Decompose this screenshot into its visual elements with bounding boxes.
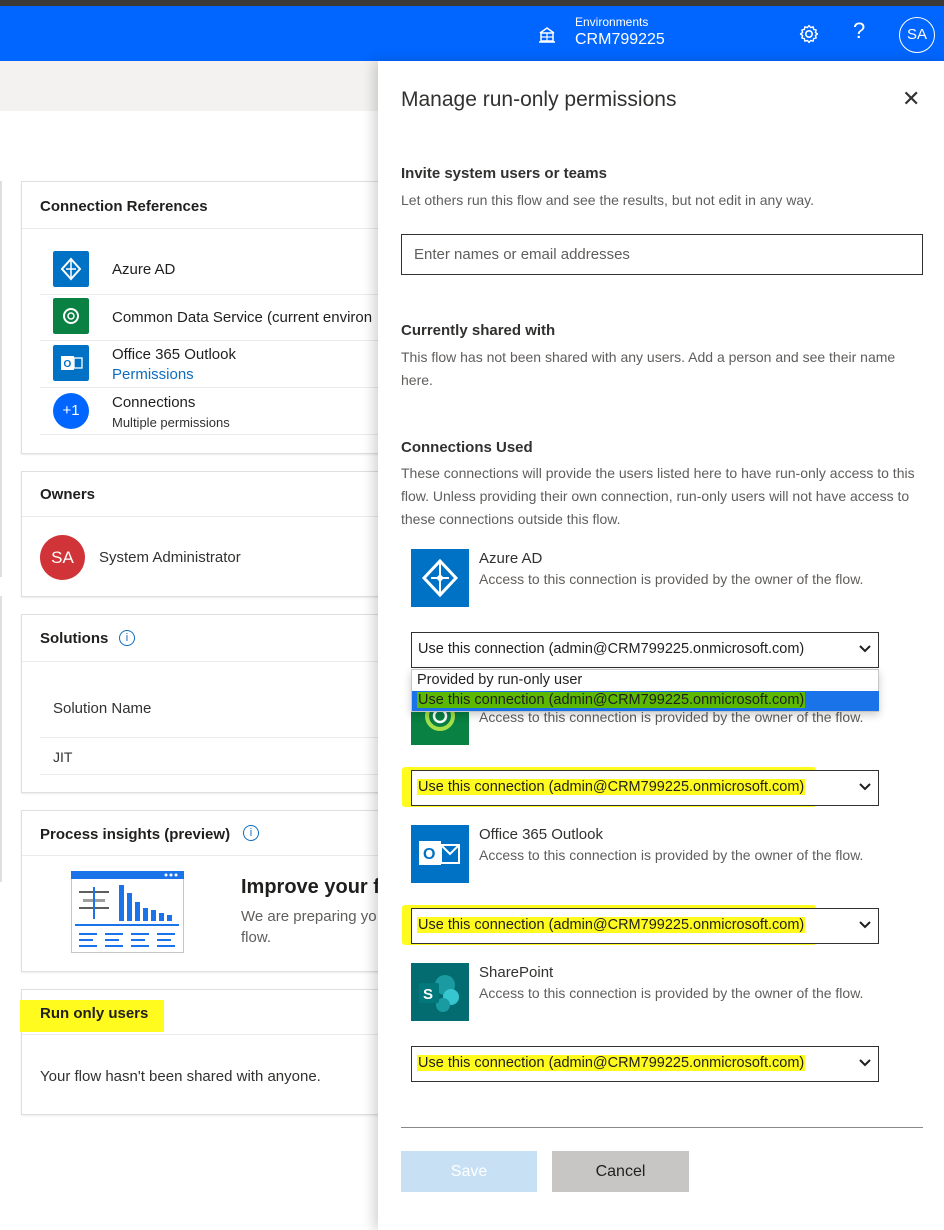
connections-count-badge: +1: [53, 393, 89, 429]
azure-ad-icon: [53, 251, 89, 287]
info-icon[interactable]: i: [119, 630, 135, 646]
user-avatar[interactable]: SA: [899, 17, 935, 53]
connection-name: Azure AD: [479, 550, 543, 567]
card-title: Process insights (preview): [40, 826, 231, 843]
card-divider: [22, 855, 392, 856]
card-divider: [22, 228, 392, 229]
outlook-icon: O: [411, 825, 469, 883]
row-divider: [40, 434, 392, 435]
select-value: Use this connection (admin@CRM799225.onm…: [417, 917, 806, 933]
card-title: Solutions: [40, 630, 109, 647]
card-divider: [22, 661, 392, 662]
command-bar-background: [0, 61, 380, 111]
shared-text: This flow has not been shared with any u…: [401, 349, 896, 388]
close-icon[interactable]: ✕: [902, 86, 920, 112]
connection-name: SharePoint: [479, 964, 554, 981]
top-bar: Environments CRM799225 ? SA: [0, 6, 944, 61]
card-title: Run only users: [40, 1005, 149, 1022]
insights-text: flow.: [241, 929, 272, 946]
chevron-down-icon: [859, 783, 871, 791]
row-divider: [40, 340, 392, 341]
card-divider: [22, 1034, 392, 1035]
connection-label: Azure AD: [112, 261, 176, 278]
card-divider: [22, 516, 392, 517]
connection-desc: Access to this connection is provided by…: [479, 985, 864, 1001]
column-header[interactable]: Solution Name: [53, 700, 151, 717]
connection-desc: Access to this connection is provided by…: [479, 571, 864, 587]
connection-name: Office 365 Outlook: [479, 826, 603, 843]
help-icon[interactable]: ?: [853, 18, 865, 44]
environment-icon[interactable]: [537, 25, 557, 45]
dropdown-option-selected[interactable]: Use this connection (admin@CRM799225.onm…: [412, 691, 879, 711]
run-only-status: Your flow hasn't been shared with anyone…: [40, 1068, 321, 1085]
select-value: Use this connection (admin@CRM799225.onm…: [418, 641, 805, 657]
outlook-icon: O: [53, 345, 89, 381]
connection-label: Common Data Service (current environ: [112, 309, 373, 326]
invite-input[interactable]: [401, 234, 923, 275]
card-title: Owners: [40, 486, 96, 503]
left-panel-edge: [0, 181, 2, 577]
sharepoint-icon: S: [411, 963, 469, 1021]
insights-heading: Improve your fl: [241, 876, 386, 898]
owners-card: Owners SA System Administrator: [21, 471, 392, 597]
select-value: Use this connection (admin@CRM799225.onm…: [417, 1055, 806, 1071]
gear-icon[interactable]: [798, 23, 820, 45]
connection-select[interactable]: Use this connection (admin@CRM799225.onm…: [411, 632, 879, 668]
environment-name[interactable]: CRM799225: [575, 31, 665, 49]
invite-heading: Invite system users or teams: [401, 165, 607, 182]
connection-sublabel: Multiple permissions: [112, 415, 230, 430]
footer-divider: [401, 1127, 923, 1128]
save-button[interactable]: Save: [401, 1151, 537, 1192]
row-divider: [40, 774, 392, 775]
cancel-button[interactable]: Cancel: [552, 1151, 689, 1192]
table-row[interactable]: JIT: [53, 749, 72, 765]
insights-text: We are preparing yo: [241, 908, 377, 925]
row-divider: [40, 387, 392, 388]
solutions-card: Solutions i Solution Name JIT: [21, 614, 392, 793]
connection-references-card: Connection References Azure AD Common Da…: [21, 181, 392, 454]
connection-select[interactable]: Use this connection (admin@CRM799225.onm…: [411, 908, 879, 944]
panel-title: Manage run-only permissions: [401, 88, 677, 111]
connections-text: These connections will provide the users…: [401, 465, 915, 527]
left-panel-edge: [0, 596, 2, 882]
select-value: Use this connection (admin@CRM799225.onm…: [417, 779, 806, 795]
process-insights-card: Process insights (preview) i Improve you…: [21, 810, 392, 972]
connection-label: Office 365 Outlook: [112, 346, 236, 363]
owner-name: System Administrator: [99, 549, 241, 566]
row-divider: [40, 737, 392, 738]
chevron-down-icon: [859, 645, 871, 653]
card-title: Connection References: [40, 198, 208, 215]
connection-dropdown-menu: Provided by run-only user Use this conne…: [411, 669, 879, 712]
row-divider: [40, 294, 392, 295]
connection-label: Connections: [112, 394, 196, 411]
shared-heading: Currently shared with: [401, 322, 556, 339]
svg-text:S: S: [423, 986, 433, 1003]
chevron-down-icon: [859, 1059, 871, 1067]
dataverse-icon: [53, 298, 89, 334]
owner-avatar: SA: [40, 535, 85, 580]
connections-heading: Connections Used: [401, 439, 533, 456]
environments-label[interactable]: Environments: [575, 15, 648, 29]
svg-text:O: O: [423, 846, 435, 863]
chevron-down-icon: [859, 921, 871, 929]
connection-desc: Access to this connection is provided by…: [479, 847, 864, 863]
manage-run-only-panel: Manage run-only permissions ✕ Invite sys…: [378, 61, 944, 1230]
dropdown-option-label: Use this connection (admin@CRM799225.onm…: [417, 692, 806, 708]
invite-text: Let others run this flow and see the res…: [401, 192, 814, 208]
permissions-link[interactable]: Permissions: [112, 366, 194, 383]
svg-text:O: O: [64, 359, 72, 370]
connection-select[interactable]: Use this connection (admin@CRM799225.onm…: [411, 770, 879, 806]
azure-ad-icon: [411, 549, 469, 607]
info-icon[interactable]: i: [243, 825, 259, 841]
run-only-users-card: Run only users Your flow hasn't been sha…: [20, 989, 392, 1115]
connection-select[interactable]: Use this connection (admin@CRM799225.onm…: [411, 1046, 879, 1082]
process-insights-illustration: [71, 871, 184, 953]
dropdown-option[interactable]: Provided by run-only user: [417, 672, 582, 688]
